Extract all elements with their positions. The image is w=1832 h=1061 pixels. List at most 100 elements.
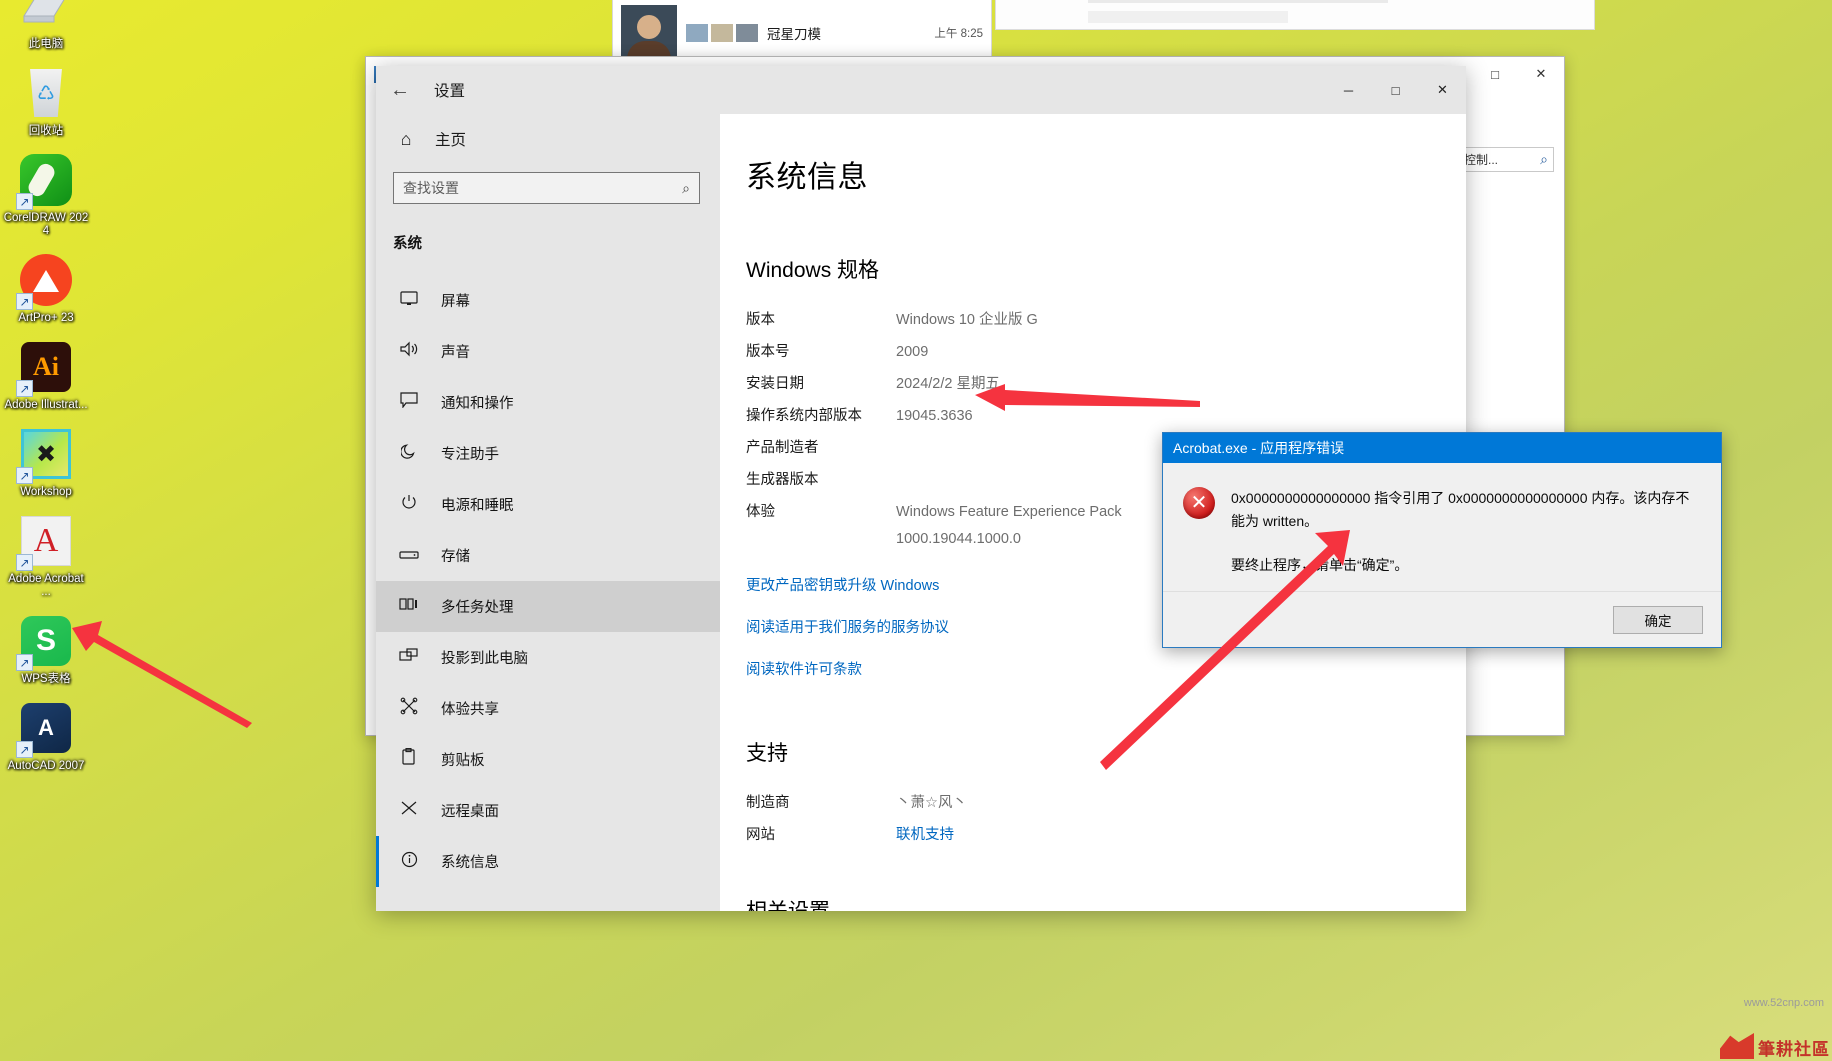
- shortcut-arrow-icon: ↗: [16, 467, 33, 484]
- desktop-icon-label: Workshop: [20, 486, 72, 498]
- maximize-button[interactable]: □: [1372, 66, 1419, 114]
- desktop-icon-wps[interactable]: S ↗ WPS表格: [0, 613, 92, 686]
- sidebar-item-multitasking[interactable]: 多任务处理: [376, 581, 720, 632]
- sidebar-item-label: 多任务处理: [441, 600, 514, 616]
- spec-key: 安装日期: [746, 376, 804, 392]
- spec-row: 版本 Windows 10 企业版 G: [746, 307, 1466, 334]
- sidebar-list: 屏幕 声音 通知和操作 专注助手 电源和睡眠 存储 多任务处理 投影到此电脑 体…: [376, 275, 720, 887]
- close-button[interactable]: ✕: [1518, 58, 1564, 91]
- sidebar-item-label: 通知和操作: [441, 396, 514, 412]
- desktop-icon-label: 回收站: [28, 125, 64, 137]
- thumbnail-group: [686, 24, 758, 42]
- forum-watermark: 筆耕社區: [1720, 1033, 1830, 1059]
- maximize-button[interactable]: □: [1472, 58, 1518, 91]
- about-icon: [398, 851, 420, 873]
- sidebar-item-label: 系统信息: [441, 855, 499, 871]
- support-table: 制造商 丶萧☆风丶 网站 联机支持: [746, 790, 1466, 849]
- support-key: 制造商: [746, 795, 790, 811]
- desktop-icon-coreldraw[interactable]: ↗ CorelDRAW 2024: [0, 152, 92, 238]
- sidebar-item-focus-assist[interactable]: 专注助手: [376, 428, 720, 479]
- support-heading: 支持: [746, 742, 788, 765]
- power-sleep-icon: [398, 494, 420, 515]
- sidebar-item-label: 专注助手: [441, 447, 499, 463]
- sidebar-item-about[interactable]: 系统信息: [376, 836, 720, 887]
- error-message-line2: 要终止程序，请单击“确定”。: [1231, 557, 1409, 573]
- settings-titlebar[interactable]: ← 设置 ─ □ ✕: [376, 66, 1466, 114]
- spec-value: 19045.3636: [896, 408, 973, 424]
- sidebar-item-storage[interactable]: 存储: [376, 530, 720, 581]
- sidebar-item-display[interactable]: 屏幕: [376, 275, 720, 326]
- sidebar-item-label: 声音: [441, 345, 470, 361]
- spec-row: 操作系统内部版本 19045.3636: [746, 403, 1466, 430]
- background-chat-window[interactable]: 冠星刀模 上午 8:25: [612, 0, 992, 60]
- adobe-illustrator-icon: Ai ↗: [16, 339, 74, 397]
- avatar: [621, 5, 677, 59]
- spec-row: 安装日期 2024/2/2 星期五: [746, 371, 1466, 398]
- desktop-icon-acrobat[interactable]: A ↗ Adobe Acrobat ...: [0, 513, 92, 599]
- support-key: 网站: [746, 827, 775, 843]
- ok-button[interactable]: 确定: [1613, 605, 1703, 634]
- display-icon: [398, 290, 420, 311]
- sidebar-item-power-sleep[interactable]: 电源和睡眠: [376, 479, 720, 530]
- spec-value: Windows 10 企业版 G: [896, 312, 1038, 328]
- sidebar-item-remote-desktop[interactable]: 远程桌面: [376, 785, 720, 836]
- this-pc-icon: [18, 0, 74, 34]
- sidebar-item-label: 投影到此电脑: [441, 651, 528, 667]
- support-value-link[interactable]: 联机支持: [896, 822, 954, 849]
- artpro-icon: ↗: [16, 252, 74, 310]
- sidebar-item-notifications[interactable]: 通知和操作: [376, 377, 720, 428]
- support-row: 网站 联机支持: [746, 822, 1466, 849]
- shortcut-arrow-icon: ↗: [16, 741, 33, 758]
- desktop-icon-artpro[interactable]: ↗ ArtPro+ 23: [0, 252, 92, 325]
- support-value: 丶萧☆风丶: [896, 795, 967, 811]
- sidebar-item-home[interactable]: ⌂ 主页: [376, 114, 720, 162]
- search-icon: ⌕: [682, 179, 690, 196]
- placeholder-bar: [1088, 11, 1288, 23]
- support-row: 制造商 丶萧☆风丶: [746, 790, 1466, 817]
- desktop-icon-illustrator[interactable]: Ai ↗ Adobe Illustrat...: [0, 339, 92, 412]
- back-button[interactable]: ←: [376, 66, 424, 114]
- search-icon: ⌕: [1540, 151, 1548, 167]
- chat-item-title: 冠星刀模: [767, 27, 821, 42]
- wps-spreadsheet-icon: S ↗: [16, 613, 74, 671]
- coreldraw-icon: ↗: [16, 152, 74, 210]
- adobe-acrobat-icon: A ↗: [16, 513, 74, 571]
- error-dialog-titlebar: Acrobat.exe - 应用程序错误: [1163, 433, 1721, 463]
- minimize-button[interactable]: ─: [1325, 66, 1372, 114]
- desktop-icon-label: WPS表格: [21, 673, 71, 685]
- desktop-icon-label: CorelDRAW 2024: [3, 212, 89, 237]
- related-settings-heading: 相关设置: [746, 895, 1466, 911]
- close-button[interactable]: ✕: [1419, 66, 1466, 114]
- sidebar-item-label: 远程桌面: [441, 804, 499, 820]
- sidebar-item-label: 主页: [435, 132, 467, 149]
- search-input[interactable]: 查找设置 ⌕: [393, 172, 700, 204]
- sidebar-group-title: 系统: [393, 236, 422, 252]
- sound-icon: [398, 341, 420, 362]
- desktop-icon-this-pc[interactable]: 此电脑: [0, 0, 92, 51]
- sidebar-item-shared-experiences[interactable]: 体验共享: [376, 683, 720, 734]
- recycle-bin-icon: [18, 65, 74, 121]
- desktop-icon-autocad[interactable]: A ↗ AutoCAD 2007: [0, 700, 92, 773]
- search-placeholder: 查找设置: [403, 180, 459, 196]
- sidebar-item-label: 剪贴板: [441, 753, 485, 769]
- sidebar-item-project-to-pc[interactable]: 投影到此电脑: [376, 632, 720, 683]
- chat-list-item[interactable]: 冠星刀模 上午 8:25: [613, 0, 991, 59]
- chat-item-time: 上午 8:25: [934, 28, 983, 40]
- clipboard-icon: [398, 748, 420, 771]
- background-explorer-window[interactable]: [995, 0, 1595, 30]
- sidebar-item-label: 体验共享: [441, 702, 499, 718]
- desktop-icon-workshop[interactable]: ✖ ↗ Workshop: [0, 426, 92, 499]
- sidebar-item-clipboard[interactable]: 剪贴板: [376, 734, 720, 785]
- spec-key: 操作系统内部版本: [746, 408, 862, 424]
- error-dialog-footer: 确定: [1163, 591, 1721, 647]
- shortcut-arrow-icon: ↗: [16, 293, 33, 310]
- spec-value: 2009: [896, 344, 929, 360]
- storage-icon: [398, 547, 420, 565]
- error-circle-icon: ✕: [1183, 487, 1215, 519]
- desktop-icon-label: Adobe Illustrat...: [4, 399, 88, 411]
- link-license-terms[interactable]: 阅读软件许可条款: [746, 658, 1466, 679]
- error-dialog[interactable]: Acrobat.exe - 应用程序错误 ✕ 0x000000000000000…: [1162, 432, 1722, 648]
- desktop-icon-recycle-bin[interactable]: 回收站: [0, 65, 92, 138]
- annotation-arrow-acrobat-icon: [72, 621, 252, 728]
- sidebar-item-sound[interactable]: 声音: [376, 326, 720, 377]
